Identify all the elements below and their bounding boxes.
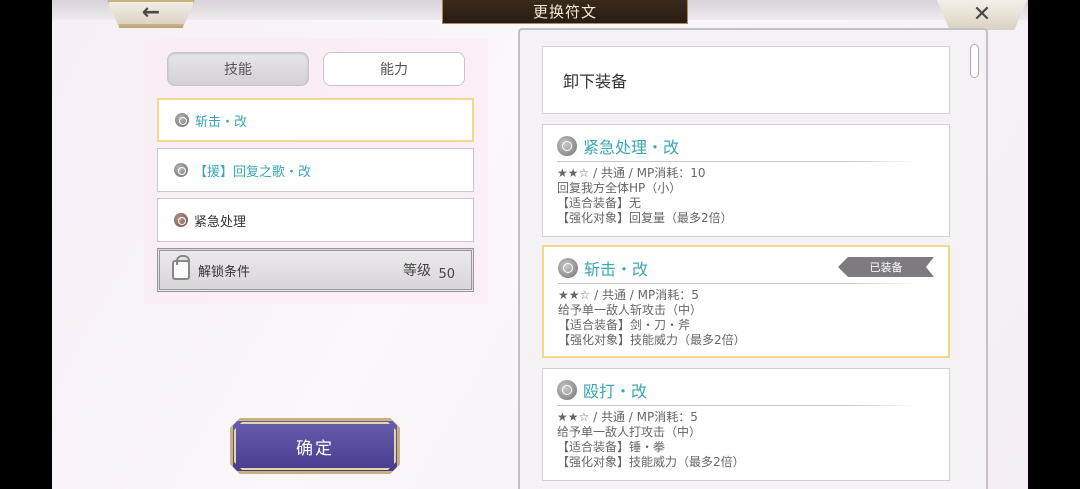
- tab-ability[interactable]: 能力: [323, 52, 465, 86]
- lock-icon: [172, 255, 190, 280]
- level-value: 50: [438, 267, 455, 282]
- rune-list-panel[interactable]: 卸下装备 紧急处理・改 ★★☆ / 共通 / MP消耗：10 回复我方全体HP（…: [518, 28, 988, 489]
- rune-stats: ★★☆ / 共通 / MP消耗：10: [557, 166, 706, 180]
- rune-icon: [557, 380, 577, 400]
- skill-slot-label: 紧急处理: [194, 214, 247, 230]
- rune-card[interactable]: 殴打・改 ★★☆ / 共通 / MP消耗：5 给予单一敌人打攻击（中） 【适合装…: [542, 368, 950, 481]
- divider: [557, 405, 917, 406]
- skill-slot-1[interactable]: 斩击・改: [157, 98, 474, 142]
- unlock-condition-label: 解锁条件: [198, 264, 251, 280]
- left-letterbox: [0, 0, 52, 489]
- rune-name: 殴打・改: [583, 382, 648, 401]
- rune-equipment: 【适合装备】锤・拳: [557, 440, 666, 454]
- right-letterbox: [1028, 0, 1080, 489]
- rune-header: 斩击・改 已装备: [558, 255, 934, 281]
- confirm-button[interactable]: 确定: [230, 418, 400, 474]
- rune-enhance: 【强化对象】技能威力（最多2倍）: [557, 455, 745, 469]
- close-icon: ✕: [972, 2, 992, 27]
- skill-slot-3[interactable]: 紧急处理: [157, 198, 474, 242]
- equipped-badge: 已装备: [838, 257, 934, 277]
- rune-icon: [557, 136, 577, 156]
- divider: [557, 161, 917, 162]
- divider: [558, 283, 918, 284]
- back-arrow-icon: ←: [141, 0, 161, 25]
- rune-header: 紧急处理・改: [557, 133, 935, 159]
- skill-panel: 技能 能力 斩击・改 【援】回复之歌・改 紧急处理 解锁条件 等级 50: [144, 38, 488, 304]
- rune-gem-icon: [175, 113, 189, 127]
- rune-gem-icon: [174, 163, 188, 177]
- rune-stats: ★★☆ / 共通 / MP消耗：5: [558, 288, 699, 302]
- rune-effect: 给予单一敌人斩攻击（中）: [558, 303, 703, 317]
- skill-slot-2[interactable]: 【援】回复之歌・改: [157, 148, 474, 192]
- rune-icon: [558, 258, 578, 278]
- close-button[interactable]: ✕: [937, 0, 1027, 30]
- page-title: 更换符文: [442, 0, 688, 24]
- rune-equipment: 【适合装备】剑・刀・斧: [558, 318, 691, 332]
- tab-skill[interactable]: 技能: [167, 52, 309, 86]
- rune-name: 紧急处理・改: [583, 138, 680, 157]
- skill-slot-label: 【援】回复之歌・改: [194, 164, 312, 180]
- rune-stats: ★★☆ / 共通 / MP消耗：5: [557, 410, 698, 424]
- skill-slot-label: 斩击・改: [195, 114, 248, 130]
- rune-effect: 给予单一敌人打攻击（中）: [557, 425, 702, 439]
- rune-equipment: 【适合装备】无: [557, 196, 642, 210]
- back-button[interactable]: ←: [107, 0, 195, 28]
- rune-gem-icon: [174, 213, 188, 227]
- level-label: 等级: [403, 263, 431, 279]
- rune-name: 斩击・改: [584, 260, 649, 279]
- rune-card[interactable]: 斩击・改 已装备 ★★☆ / 共通 / MP消耗：5 给予单一敌人斩攻击（中） …: [542, 245, 950, 358]
- rune-enhance: 【强化对象】技能威力（最多2倍）: [558, 333, 746, 347]
- locked-slot: 解锁条件 等级 50: [157, 248, 474, 292]
- screen: ← 更换符文 ✕ 技能 能力 斩击・改 【援】回复之歌・改 紧急处理 解锁条件 …: [52, 0, 1028, 489]
- confirm-label: 确定: [296, 438, 334, 459]
- rune-effect: 回复我方全体HP（小）: [557, 181, 682, 195]
- rune-card[interactable]: 紧急处理・改 ★★☆ / 共通 / MP消耗：10 回复我方全体HP（小） 【适…: [542, 124, 950, 237]
- rune-header: 殴打・改: [557, 377, 935, 403]
- unequip-button[interactable]: 卸下装备: [542, 46, 950, 114]
- rune-enhance: 【强化对象】回复量（最多2倍）: [557, 211, 733, 225]
- scrollbar-thumb[interactable]: [970, 44, 979, 78]
